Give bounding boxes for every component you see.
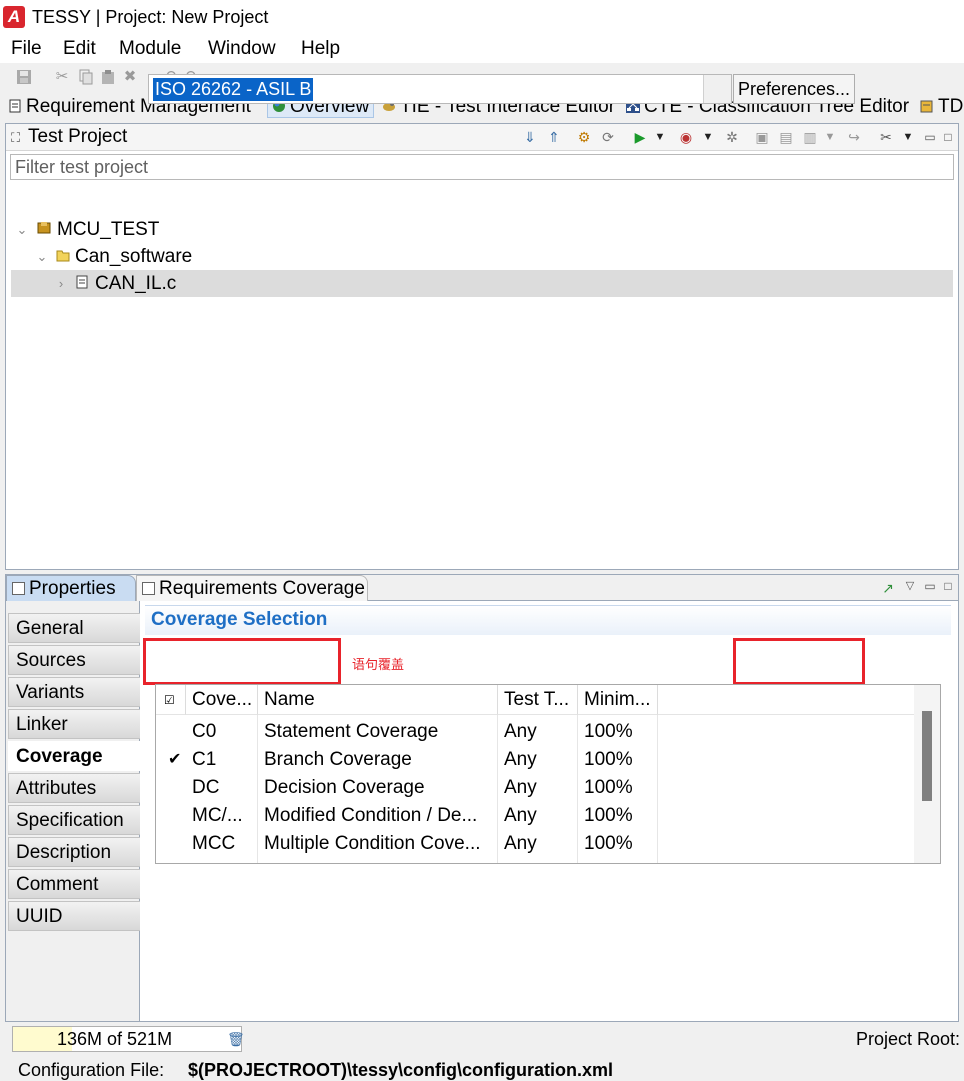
- open-editor-icon[interactable]: ↗: [880, 580, 896, 596]
- heap-status[interactable]: 136M of 521M 🗑: [12, 1026, 245, 1052]
- minimize-icon[interactable]: ▭: [922, 578, 938, 594]
- menu-help[interactable]: Help: [301, 38, 340, 60]
- menu-edit[interactable]: Edit: [63, 38, 96, 60]
- scrollbar-thumb[interactable]: [922, 711, 932, 801]
- coverage-table: ☑ Cove... Name Test T... Minim... C0 Sta…: [155, 684, 941, 864]
- view-menu-icon[interactable]: ▽: [902, 578, 918, 594]
- section-sources[interactable]: Sources: [8, 645, 140, 675]
- column-header-coverage[interactable]: Cove...: [186, 685, 258, 715]
- column-header-filler: [658, 685, 914, 715]
- report-icon[interactable]: ◉: [678, 129, 694, 145]
- tab-properties[interactable]: Properties: [6, 575, 136, 601]
- collapse-icon[interactable]: ⌄: [35, 243, 49, 270]
- test-project-panel: ⛶ Test Project ⇓ ⇑ ⚙ ⟳ ▶ ▼ ◉ ▼ ✲ ▣ ▤ ▥ ▼…: [5, 123, 959, 570]
- select-all-checkbox[interactable]: ☑: [156, 685, 186, 715]
- config-file-label: Configuration File:: [18, 1060, 165, 1080]
- annotation-statement-coverage: 语句覆盖: [352, 657, 405, 672]
- folder-icon: [56, 250, 70, 262]
- maximize-icon[interactable]: □: [940, 129, 956, 145]
- paste-icon[interactable]: [100, 69, 116, 85]
- module-dropdown-icon[interactable]: ▼: [822, 129, 838, 145]
- delete-icon[interactable]: ✖: [122, 69, 138, 85]
- section-general[interactable]: General: [8, 613, 140, 643]
- title-bar: A TESSY | Project: New Project: [0, 0, 964, 35]
- cut-icon[interactable]: ✂: [54, 69, 70, 85]
- menu-file[interactable]: File: [11, 38, 42, 60]
- coverage-standard-value: ISO 26262 - ASIL B: [153, 78, 314, 101]
- maximize-icon[interactable]: □: [940, 578, 956, 594]
- section-linker[interactable]: Linker: [8, 709, 140, 739]
- project-icon: [37, 222, 51, 234]
- section-description[interactable]: Description: [8, 837, 140, 867]
- preferences-button[interactable]: Preferences...: [733, 74, 855, 104]
- properties-icon: [12, 582, 25, 595]
- menu-window[interactable]: Window: [208, 38, 276, 60]
- coverage-selection-title: Coverage Selection: [151, 609, 328, 630]
- minimize-icon[interactable]: ▭: [922, 129, 938, 145]
- perspective-td[interactable]: TD: [920, 94, 963, 119]
- filter-test-project-input[interactable]: [10, 154, 954, 180]
- highlight-box-standard: [143, 638, 341, 685]
- property-sections: General Sources Variants Linker Coverage…: [6, 601, 140, 1021]
- column-header-name[interactable]: Name: [258, 685, 498, 715]
- menu-module[interactable]: Module: [119, 38, 181, 60]
- chevron-down-icon[interactable]: [703, 75, 731, 103]
- refresh-icon[interactable]: ⟳: [600, 129, 616, 145]
- copy-module-icon[interactable]: ▤: [778, 129, 794, 145]
- highlight-box-preferences: [733, 638, 865, 685]
- section-variants[interactable]: Variants: [8, 677, 140, 707]
- test-project-title: Test Project: [28, 126, 128, 147]
- section-comment[interactable]: Comment: [8, 869, 140, 899]
- column-header-minimum[interactable]: Minim...: [578, 685, 658, 715]
- section-attributes[interactable]: Attributes: [8, 773, 140, 803]
- tree-icon: ⛶: [11, 130, 21, 145]
- section-specification[interactable]: Specification: [8, 805, 140, 835]
- coverage-standard-select[interactable]: ISO 26262 - ASIL B: [148, 74, 732, 104]
- tree-item-can-il-c[interactable]: › CAN_IL.c: [11, 270, 953, 297]
- module-icon[interactable]: ▣: [754, 129, 770, 145]
- check-icon[interactable]: ✔: [162, 746, 186, 774]
- settings-icon[interactable]: ✲: [724, 129, 740, 145]
- table-icon: [142, 582, 155, 595]
- section-uuid[interactable]: UUID: [8, 901, 140, 931]
- tree-item-can-software[interactable]: ⌄ Can_software: [11, 243, 953, 270]
- window-title: TESSY | Project: New Project: [32, 7, 269, 27]
- status-bar: 136M of 521M 🗑 Project Root: Configurati…: [0, 1022, 964, 1080]
- collapse-icon[interactable]: ⌄: [15, 216, 29, 243]
- save-icon[interactable]: [16, 69, 32, 85]
- test-project-header: ⛶ Test Project ⇓ ⇑ ⚙ ⟳ ▶ ▼ ◉ ▼ ✲ ▣ ▤ ▥ ▼…: [6, 124, 958, 151]
- test-data-icon: [920, 100, 933, 113]
- expand-icon[interactable]: ›: [54, 270, 68, 297]
- import-icon[interactable]: ⇓: [522, 129, 538, 145]
- menu-bar: File Edit Module Window Help: [0, 35, 964, 63]
- filter-icon[interactable]: ✂: [878, 129, 894, 145]
- analyze-icon[interactable]: ⚙: [576, 129, 592, 145]
- column-header-test-type[interactable]: Test T...: [498, 685, 578, 715]
- trash-icon[interactable]: 🗑: [227, 1031, 245, 1047]
- tab-requirements-coverage[interactable]: Requirements Coverage: [136, 575, 368, 601]
- c-file-icon: [76, 275, 88, 289]
- app-logo-icon: A: [3, 6, 25, 28]
- filter-dropdown-icon[interactable]: ▼: [900, 129, 916, 145]
- execute-test-icon[interactable]: ▶: [632, 129, 648, 145]
- table-scrollbar[interactable]: [914, 685, 940, 863]
- link-icon[interactable]: ↪: [846, 129, 862, 145]
- tree-item-mcu-test[interactable]: ⌄ MCU_TEST: [11, 216, 953, 243]
- properties-tab-bar: Properties Requirements Coverage ↗ ▽ ▭ □: [6, 575, 958, 601]
- config-file-value: $(PROJECTROOT)\tessy\config\configuratio…: [188, 1060, 614, 1080]
- heap-status-text: 136M of 521M: [57, 1029, 173, 1049]
- coverage-selection-header: Coverage Selection: [145, 605, 951, 635]
- document-icon: [9, 99, 21, 113]
- report-dropdown-icon[interactable]: ▼: [700, 129, 716, 145]
- copy-icon[interactable]: [78, 69, 94, 85]
- section-coverage[interactable]: Coverage: [8, 741, 140, 771]
- execute-dropdown-icon[interactable]: ▼: [652, 129, 668, 145]
- project-root-label: Project Root:: [856, 1029, 961, 1049]
- export-icon[interactable]: ⇑: [546, 129, 562, 145]
- paste-module-icon[interactable]: ▥: [802, 129, 818, 145]
